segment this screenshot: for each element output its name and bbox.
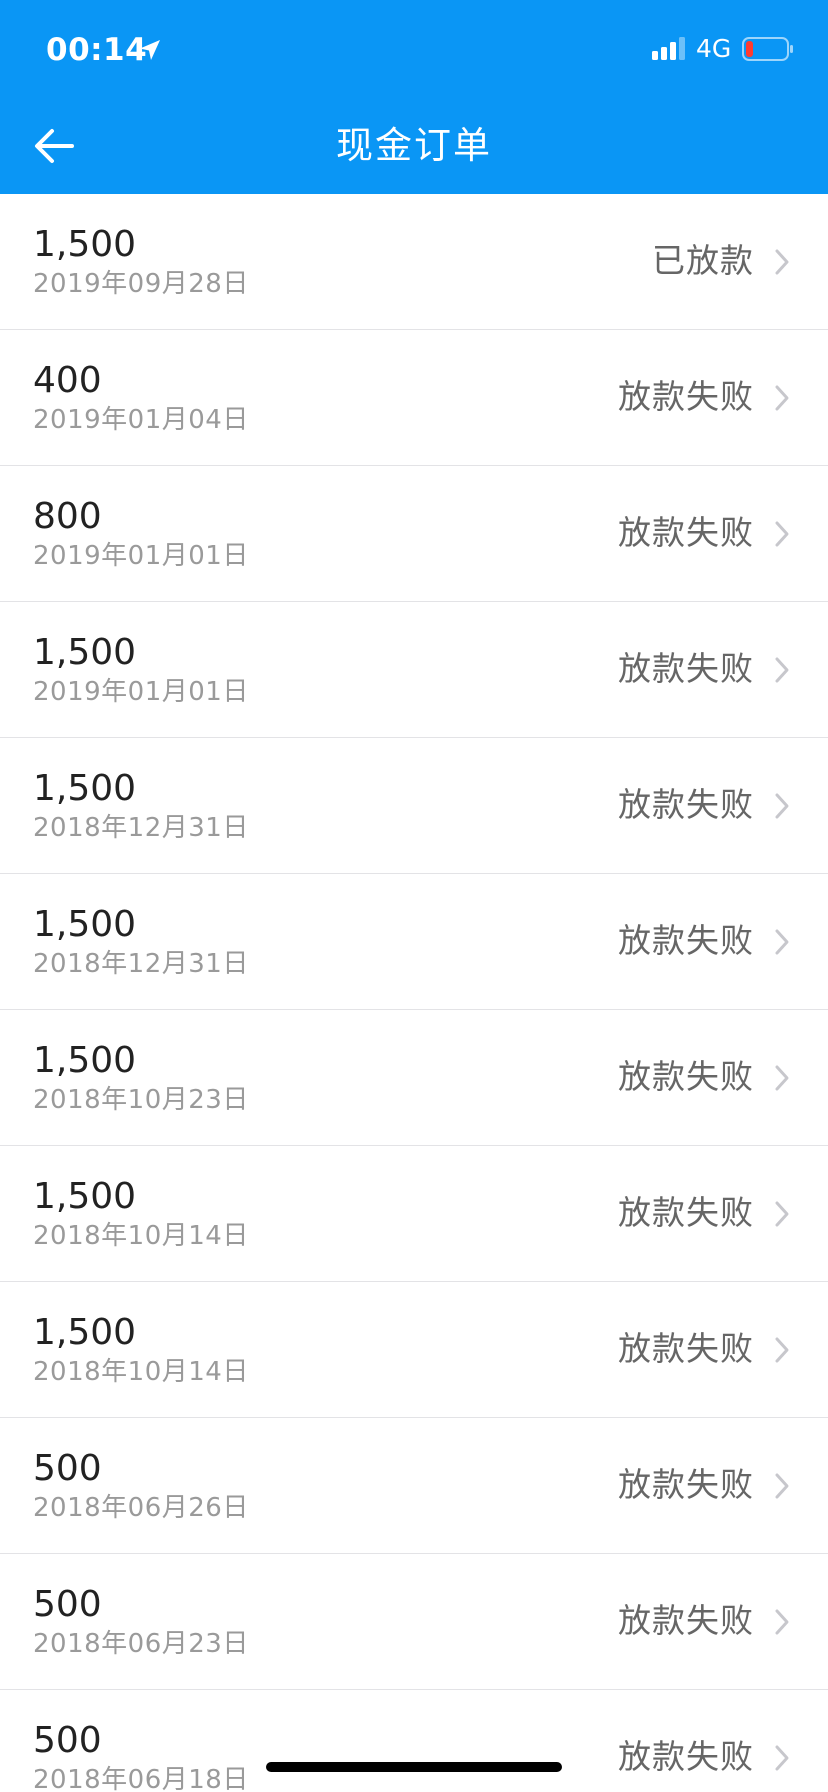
order-row[interactable]: 1,500 2018年12月31日 放款失败 (0, 874, 828, 1010)
order-status: 放款失败 (618, 1329, 754, 1368)
chevron-right-icon (775, 1337, 789, 1363)
order-date: 2019年01月04日 (33, 405, 249, 435)
chevron-right-icon (775, 1473, 789, 1499)
screen: 00:14 4G 现金订单 1,500 2019年09月28日 已放款 400 … (0, 0, 828, 1792)
order-status: 放款失败 (618, 1601, 754, 1640)
order-amount: 1,500 (33, 1176, 137, 1217)
order-amount: 500 (33, 1584, 102, 1625)
order-status: 放款失败 (618, 513, 754, 552)
battery-low-icon (742, 37, 794, 61)
order-date: 2019年09月28日 (33, 269, 249, 299)
chevron-right-icon (775, 1201, 789, 1227)
signal-bars-icon (651, 36, 687, 62)
chevron-right-icon (775, 793, 789, 819)
order-amount: 1,500 (33, 224, 137, 265)
order-row[interactable]: 1,500 2019年01月01日 放款失败 (0, 602, 828, 738)
order-date: 2018年12月31日 (33, 949, 249, 979)
order-row[interactable]: 500 2018年06月18日 放款失败 (0, 1690, 828, 1792)
chevron-right-icon (775, 1609, 789, 1635)
chevron-right-icon (775, 929, 789, 955)
order-date: 2018年10月23日 (33, 1085, 249, 1115)
order-status: 放款失败 (618, 377, 754, 416)
order-status: 放款失败 (618, 1737, 754, 1776)
order-row[interactable]: 1,500 2018年10月14日 放款失败 (0, 1282, 828, 1418)
order-amount: 400 (33, 360, 102, 401)
chevron-right-icon (775, 521, 789, 547)
network-type: 4G (696, 34, 732, 63)
status-bar: 00:14 4G (0, 0, 828, 100)
order-row[interactable]: 400 2019年01月04日 放款失败 (0, 330, 828, 466)
page-title: 现金订单 (336, 124, 492, 167)
order-status: 放款失败 (618, 1465, 754, 1504)
chevron-right-icon (775, 249, 789, 275)
order-date: 2019年01月01日 (33, 677, 249, 707)
order-date: 2018年06月23日 (33, 1629, 249, 1659)
order-status: 放款失败 (618, 785, 754, 824)
order-amount: 500 (33, 1720, 102, 1761)
order-status: 放款失败 (618, 649, 754, 688)
chevron-right-icon (775, 1745, 789, 1771)
order-date: 2019年01月01日 (33, 541, 249, 571)
app-header: 00:14 4G 现金订单 (0, 0, 828, 194)
location-arrow-icon (137, 37, 163, 63)
chevron-right-icon (775, 1065, 789, 1091)
order-row[interactable]: 1,500 2018年12月31日 放款失败 (0, 738, 828, 874)
order-status: 放款失败 (618, 1193, 754, 1232)
order-date: 2018年06月26日 (33, 1493, 249, 1523)
order-list: 1,500 2019年09月28日 已放款 400 2019年01月04日 放款失败 800… (0, 194, 828, 1792)
order-date: 2018年06月18日 (33, 1765, 249, 1792)
order-amount: 500 (33, 1448, 102, 1489)
status-time: 00:14 (46, 32, 148, 68)
order-row[interactable]: 500 2018年06月26日 放款失败 (0, 1418, 828, 1554)
order-amount: 1,500 (33, 1312, 137, 1353)
order-date: 2018年10月14日 (33, 1357, 249, 1387)
order-row[interactable]: 500 2018年06月23日 放款失败 (0, 1554, 828, 1690)
order-amount: 1,500 (33, 904, 137, 945)
order-date: 2018年10月14日 (33, 1221, 249, 1251)
order-status: 放款失败 (618, 921, 754, 960)
chevron-right-icon (775, 657, 789, 683)
order-amount: 1,500 (33, 1040, 137, 1081)
order-row[interactable]: 1,500 2018年10月23日 放款失败 (0, 1010, 828, 1146)
order-row[interactable]: 1,500 2018年10月14日 放款失败 (0, 1146, 828, 1282)
chevron-right-icon (775, 385, 789, 411)
order-amount: 1,500 (33, 632, 137, 673)
order-status: 放款失败 (618, 1057, 754, 1096)
order-row[interactable]: 1,500 2019年09月28日 已放款 (0, 194, 828, 330)
home-indicator[interactable] (266, 1762, 562, 1772)
order-row[interactable]: 800 2019年01月01日 放款失败 (0, 466, 828, 602)
order-date: 2018年12月31日 (33, 813, 249, 843)
order-status: 已放款 (652, 241, 754, 280)
order-amount: 1,500 (33, 768, 137, 809)
order-amount: 800 (33, 496, 102, 537)
